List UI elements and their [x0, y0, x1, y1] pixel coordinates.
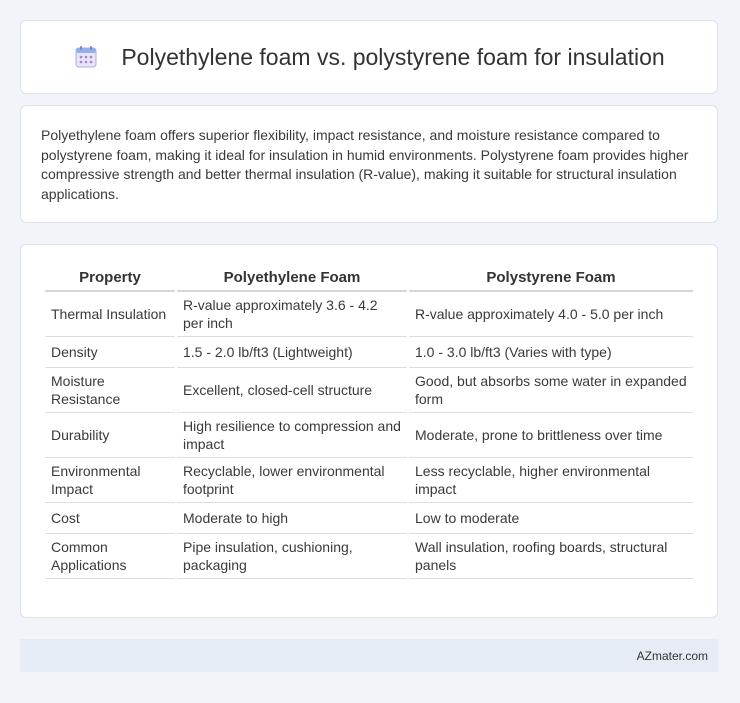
table-row: Density 1.5 - 2.0 lb/ft3 (Lightweight) 1… [45, 337, 693, 368]
polyethylene-cell: High resilience to compression and impac… [177, 413, 407, 458]
table-row: Cost Moderate to high Low to moderate [45, 503, 693, 534]
header-polystyrene: Polystyrene Foam [409, 263, 693, 292]
property-cell: Common Applications [45, 534, 175, 579]
polystyrene-cell: Less recyclable, higher environmental im… [409, 458, 693, 503]
title-card: Polyethylene foam vs. polystyrene foam f… [20, 20, 718, 94]
header-property: Property [45, 263, 175, 292]
property-cell: Cost [45, 503, 175, 534]
page-title: Polyethylene foam vs. polystyrene foam f… [121, 43, 665, 70]
polystyrene-cell: R-value approximately 4.0 - 5.0 per inch [409, 292, 693, 337]
polystyrene-cell: Low to moderate [409, 503, 693, 534]
polyethylene-cell: Pipe insulation, cushioning, packaging [177, 534, 407, 579]
header-polyethylene: Polyethylene Foam [177, 263, 407, 292]
table-row: Common Applications Pipe insulation, cus… [45, 534, 693, 579]
property-cell: Density [45, 337, 175, 368]
table-row: Thermal Insulation R-value approximately… [45, 292, 693, 337]
polystyrene-cell: Moderate, prone to brittleness over time [409, 413, 693, 458]
title-wrap: Polyethylene foam vs. polystyrene foam f… [73, 43, 665, 71]
comparison-card: Property Polyethylene Foam Polystyrene F… [20, 244, 718, 618]
polystyrene-cell: Good, but absorbs some water in expanded… [409, 368, 693, 413]
table-row: Environmental Impact Recyclable, lower e… [45, 458, 693, 503]
table-header-row: Property Polyethylene Foam Polystyrene F… [45, 263, 693, 292]
polyethylene-cell: R-value approximately 3.6 - 4.2 per inch [177, 292, 407, 337]
polyethylene-cell: Moderate to high [177, 503, 407, 534]
property-cell: Environmental Impact [45, 458, 175, 503]
property-cell: Durability [45, 413, 175, 458]
polystyrene-cell: 1.0 - 3.0 lb/ft3 (Varies with type) [409, 337, 693, 368]
footer-brand[interactable]: AZmater.com [637, 649, 708, 663]
comparison-table: Property Polyethylene Foam Polystyrene F… [43, 263, 695, 579]
property-cell: Moisture Resistance [45, 368, 175, 413]
polyethylene-cell: Excellent, closed-cell structure [177, 368, 407, 413]
summary-text: Polyethylene foam offers superior flexib… [41, 127, 689, 202]
polystyrene-cell: Wall insulation, roofing boards, structu… [409, 534, 693, 579]
footer: AZmater.com [20, 639, 718, 672]
table-row: Moisture Resistance Excellent, closed-ce… [45, 368, 693, 413]
calendar-grid-icon [73, 44, 99, 70]
polyethylene-cell: 1.5 - 2.0 lb/ft3 (Lightweight) [177, 337, 407, 368]
property-cell: Thermal Insulation [45, 292, 175, 337]
polyethylene-cell: Recyclable, lower environmental footprin… [177, 458, 407, 503]
table-row: Durability High resilience to compressio… [45, 413, 693, 458]
summary-card: Polyethylene foam offers superior flexib… [20, 105, 718, 223]
